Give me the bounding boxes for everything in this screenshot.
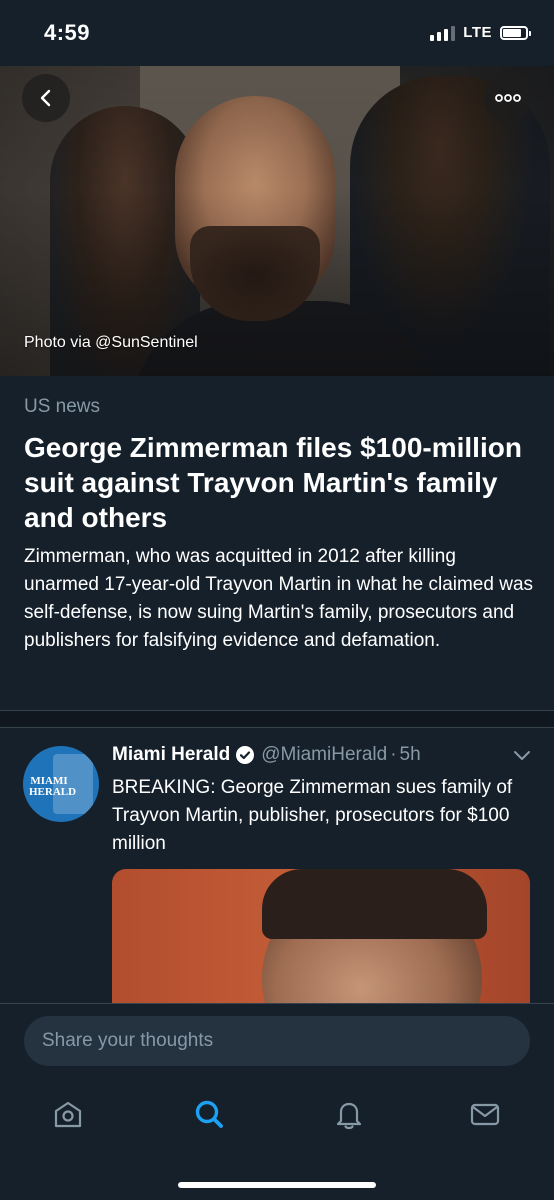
tweet-menu-button[interactable] [512,748,532,767]
article-hero-photo[interactable]: Photo via @SunSentinel [0,66,554,376]
tab-messages[interactable] [465,1094,505,1134]
tweet-separator: · [390,744,397,765]
tweet-header: Miami Herald @MiamiHerald · 5h [112,744,542,766]
back-button[interactable] [22,74,70,122]
home-icon [54,1101,82,1128]
signal-icon [430,25,456,41]
article-category: US news [24,396,101,417]
home-indicator[interactable] [178,1182,376,1188]
article-headline: George Zimmerman files $100-million suit… [24,432,522,533]
article-summary-text: Zimmerman, who was acquitted in 2012 aft… [24,546,534,651]
messages-icon [470,1103,500,1126]
tweet[interactable]: MIAMI HERALD Miami Herald @MiamiHerald · … [0,728,554,1003]
avatar[interactable]: MIAMI HERALD [23,746,99,822]
article-summary[interactable]: US news George Zimmerman files $100-mill… [24,396,534,655]
status-time: 4:59 [44,20,91,45]
tweet-author[interactable]: Miami Herald [112,744,230,766]
tweet-handle[interactable]: @MiamiHerald [261,744,387,766]
tab-home[interactable] [48,1094,88,1134]
tweet-time[interactable]: 5h [400,744,421,766]
media-figure-hair [262,869,487,939]
photo-shade [0,66,554,376]
status-bar: 4:59 LTE [0,0,554,66]
tab-bar [0,1094,554,1134]
battery-icon [500,25,531,40]
share-thoughts-input[interactable] [24,1016,530,1066]
more-horizontal-icon [495,94,521,102]
network-label: LTE [463,24,492,41]
bottom-bar [0,1003,554,1200]
chevron-left-icon [40,89,51,107]
chevron-down-icon [514,751,530,760]
more-button[interactable] [484,74,532,122]
section-gap [0,711,554,727]
notifications-icon [336,1102,362,1130]
search-icon [195,1100,223,1128]
avatar-logo-text: MIAMI HERALD [29,775,77,798]
battery-level [503,28,521,37]
status-indicators: LTE [430,24,531,41]
tweet-media-image[interactable] [112,869,530,1003]
tab-search[interactable] [189,1094,229,1134]
tweet-text: BREAKING: George Zimmerman sues family o… [112,777,513,854]
photo-credit[interactable]: Photo via @SunSentinel [24,334,198,352]
verified-badge-icon [235,745,255,765]
tab-notifications[interactable] [329,1094,369,1134]
